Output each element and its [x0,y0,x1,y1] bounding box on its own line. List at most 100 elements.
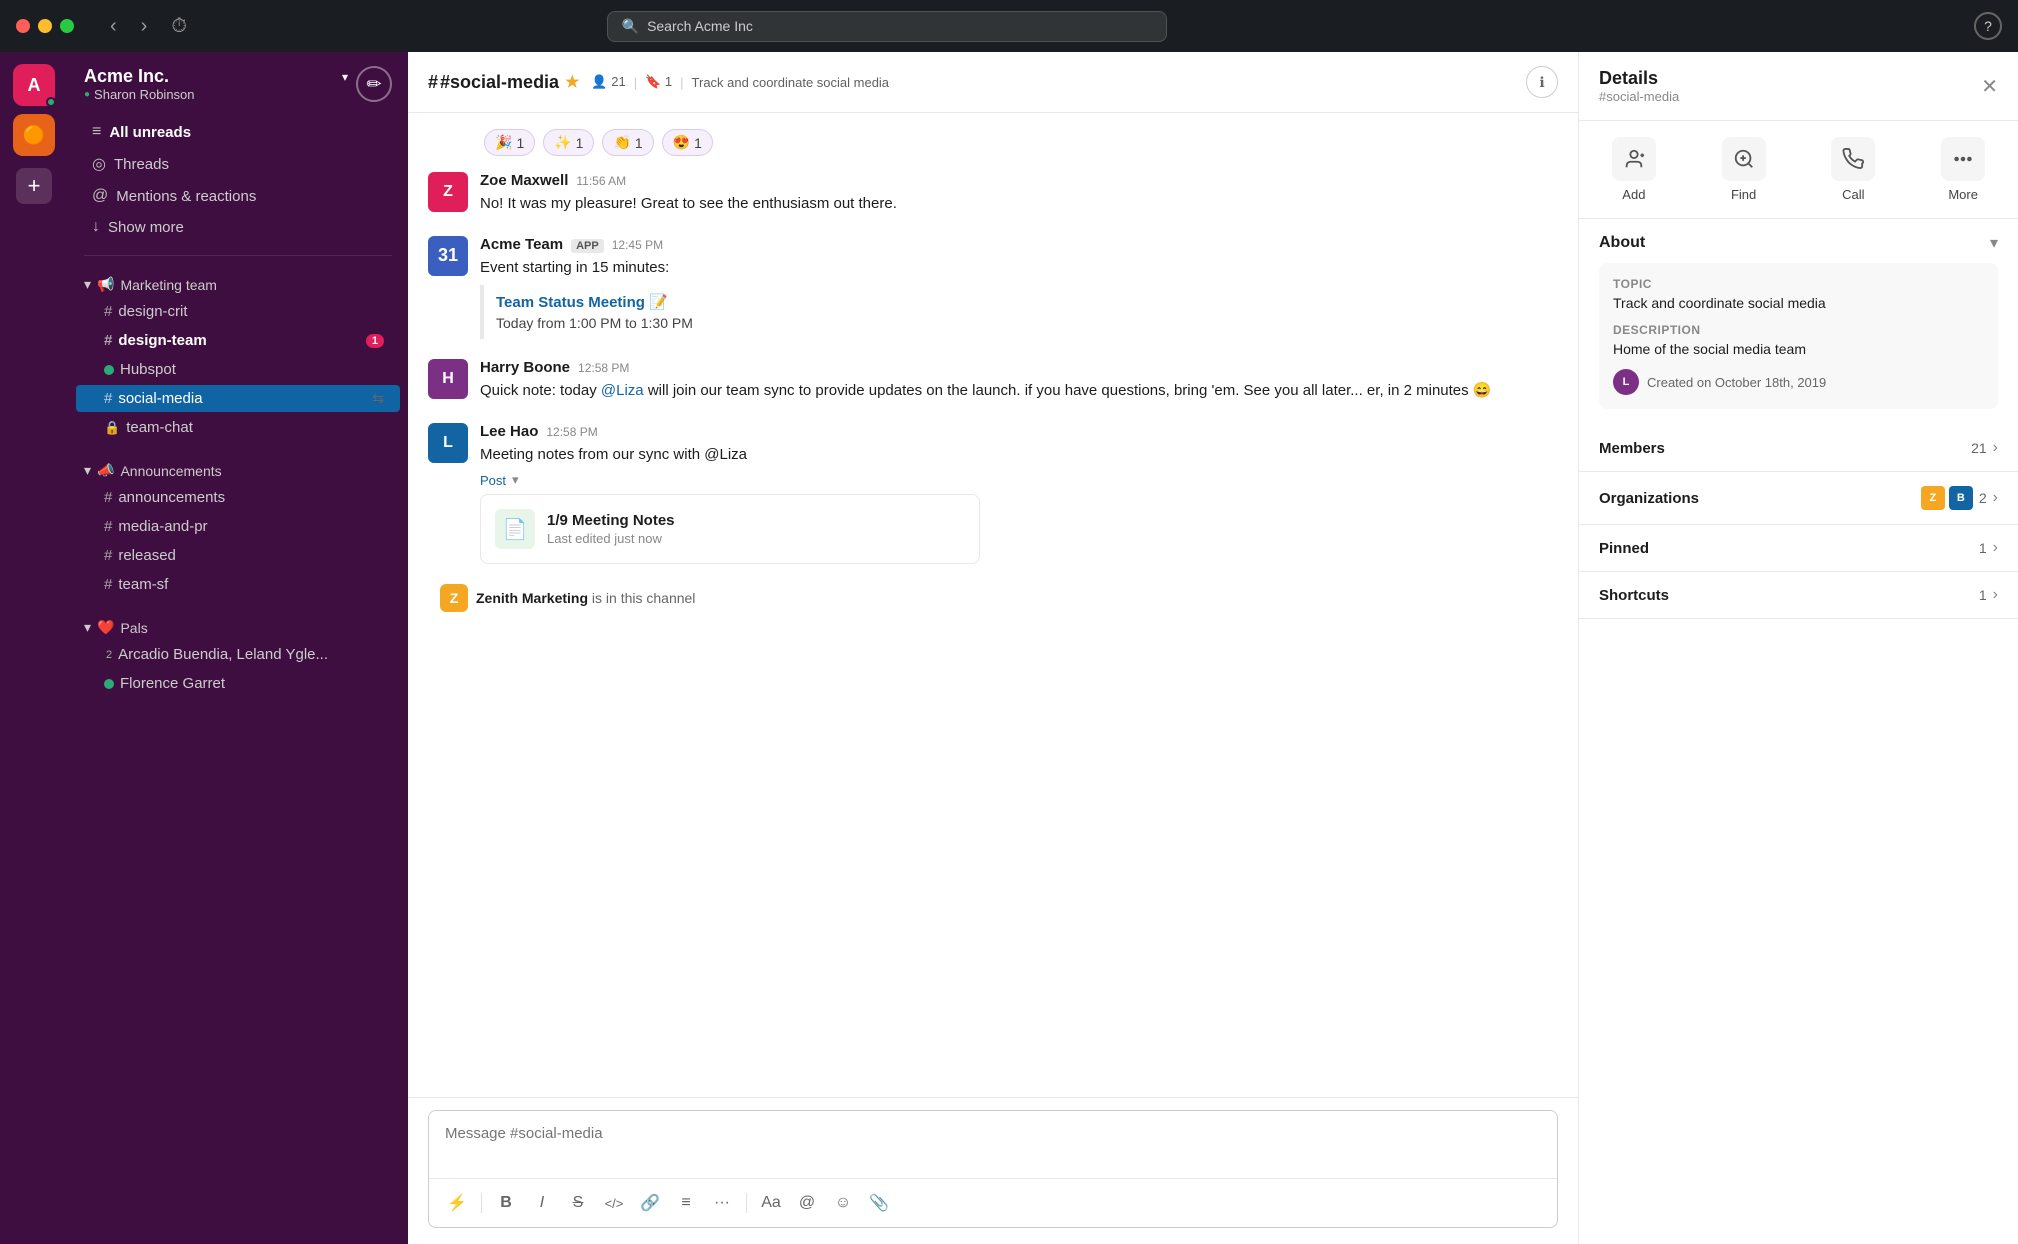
forward-button[interactable]: › [133,11,156,42]
msg-text-harry: Quick note: today @Liza will join our te… [480,380,1558,403]
attachment-button[interactable]: 📎 [863,1187,895,1219]
msg-header-zoe: Zoe Maxwell 11:56 AM [480,172,1558,189]
info-button[interactable]: ℹ [1526,66,1558,98]
lightning-button[interactable]: ⚡ [441,1187,473,1219]
channel-announcements[interactable]: # announcements [76,484,400,511]
minimize-button[interactable] [38,19,52,33]
system-message: Z Zenith Marketing is in this channel [428,584,1558,612]
nav-threads-label: Threads [114,156,169,173]
org-b-icon: B [1949,486,1973,510]
history-button[interactable]: ⏱ [163,11,195,42]
presence-dot [104,679,114,689]
pinned-row[interactable]: Pinned 1 › [1579,525,2018,572]
panel-header: Details #social-media ✕ [1579,52,2018,121]
organizations-row[interactable]: Organizations Z B 2 › [1579,472,2018,525]
code-button[interactable]: </> [598,1187,630,1219]
dm-name: Arcadio Buendia, Leland Ygle... [118,646,328,663]
organizations-title: Organizations [1599,490,1921,507]
add-action-icon [1612,137,1656,181]
add-workspace-button[interactable]: + [16,168,52,204]
shortcuts-count: 1 [1979,587,1987,603]
reaction-clap[interactable]: 👏 1 [602,129,653,156]
chat-area: # #social-media ★ 👤 21 | 🔖 1 | Track and… [408,52,1578,1244]
message-input-box: ⚡ B I S </> 🔗 ≡ ··· Aa @ ☺ 📎 [428,1110,1558,1228]
channel-released[interactable]: # released [76,542,400,569]
italic-button[interactable]: I [526,1187,558,1219]
workspace-icon-secondary[interactable]: 🟠 [13,114,55,156]
maximize-button[interactable] [60,19,74,33]
show-more-icon: ↓ [92,218,100,236]
nav-item-label: All unreads [109,124,191,141]
hash-icon: # [104,390,112,407]
section-pals[interactable]: ▾ ❤️ Pals [68,611,408,640]
mention-button[interactable]: @ [791,1187,823,1219]
reaction-party[interactable]: 🎉 1 [484,129,535,156]
channel-social-media[interactable]: # social-media ⇆ [76,385,400,412]
nav-item-show-more[interactable]: ↓ Show more [76,212,400,242]
message-input[interactable] [429,1111,1557,1173]
hash-icon: # [104,518,112,535]
channel-hubspot[interactable]: Hubspot [76,356,400,383]
font-button[interactable]: Aa [755,1187,787,1219]
panel-action-more[interactable]: More [1908,137,2018,202]
shortcuts-row[interactable]: Shortcuts 1 › [1579,572,2018,619]
app-badge: APP [571,239,604,253]
channel-design-crit[interactable]: # design-crit [76,298,400,325]
unread-badge: 1 [366,334,384,348]
emoji-button[interactable]: ☺ [827,1187,859,1219]
channel-team-chat[interactable]: 🔒 team-chat [76,414,400,441]
post-info: 1/9 Meeting Notes Last edited just now [547,512,965,546]
channel-name: Hubspot [120,361,176,378]
channel-design-team[interactable]: # design-team 1 [76,327,400,354]
dm-arcadio[interactable]: 2 Arcadio Buendia, Leland Ygle... [76,641,400,668]
post-label[interactable]: Post ▾ [480,472,1558,488]
hash-icon: # [104,489,112,506]
zenith-avatar: Z [440,584,468,612]
channel-team-sf[interactable]: # team-sf [76,571,400,598]
members-row[interactable]: Members 21 › [1579,425,2018,472]
back-button[interactable]: ‹ [102,11,125,42]
organizations-right: Z B 2 › [1921,486,1998,510]
about-content: Topic Track and coordinate social media … [1579,263,2018,425]
workspace-dropdown-icon: ▾ [342,70,348,84]
link-button[interactable]: 🔗 [634,1187,666,1219]
online-status-dot [46,97,56,107]
mention-liza[interactable]: @Liza [601,382,644,399]
panel-action-add[interactable]: Add [1579,137,1689,202]
nav-item-all-unreads[interactable]: ≡ All unreads [76,117,400,147]
post-card[interactable]: 📄 1/9 Meeting Notes Last edited just now [480,494,980,564]
pinned-title: Pinned [1599,540,1979,557]
nav-item-threads[interactable]: ◎ Threads [76,148,400,180]
members-right: 21 › [1971,439,1998,457]
toolbar-separator2 [746,1193,747,1213]
section-marketing[interactable]: ▾ 📢 Marketing team [68,268,408,297]
search-bar[interactable]: 🔍 Search Acme Inc [607,11,1167,42]
strikethrough-button[interactable]: S [562,1187,594,1219]
compose-button[interactable]: ✏ [356,66,392,102]
nav-mentions-label: Mentions & reactions [116,188,256,205]
avatar-harry: H [428,359,468,399]
section-announcements[interactable]: ▾ 📣 Announcements [68,454,408,483]
help-button[interactable]: ? [1974,12,2002,40]
event-link[interactable]: Team Status Meeting 📝 [496,293,1546,311]
reaction-heart-eyes[interactable]: 😍 1 [662,129,713,156]
nav-item-mentions[interactable]: @ Mentions & reactions [76,181,400,211]
dm-florence[interactable]: Florence Garret [76,670,400,697]
workspace-name[interactable]: Acme Inc. [84,66,338,87]
created-info: L Created on October 18th, 2019 [1613,369,1984,395]
reaction-sparkles[interactable]: ✨ 1 [543,129,594,156]
star-icon[interactable]: ★ [565,72,579,92]
message-lee: L Lee Hao 12:58 PM Meeting notes from ou… [428,423,1558,565]
bold-button[interactable]: B [490,1187,522,1219]
panel-action-find[interactable]: Find [1689,137,1799,202]
list-button[interactable]: ≡ [670,1187,702,1219]
panel-title-area: Details #social-media [1599,68,1679,104]
channel-media-and-pr[interactable]: # media-and-pr [76,513,400,540]
panel-action-call[interactable]: Call [1799,137,1909,202]
panel-close-button[interactable]: ✕ [1981,74,1998,99]
close-button[interactable] [16,19,30,33]
channel-name: team-sf [118,576,168,593]
sidebar-header: Acme Inc. ▾ ● Sharon Robinson ✏ [68,52,408,112]
about-section-header[interactable]: About ▾ [1579,219,2018,263]
more-formatting-button[interactable]: ··· [706,1187,738,1219]
